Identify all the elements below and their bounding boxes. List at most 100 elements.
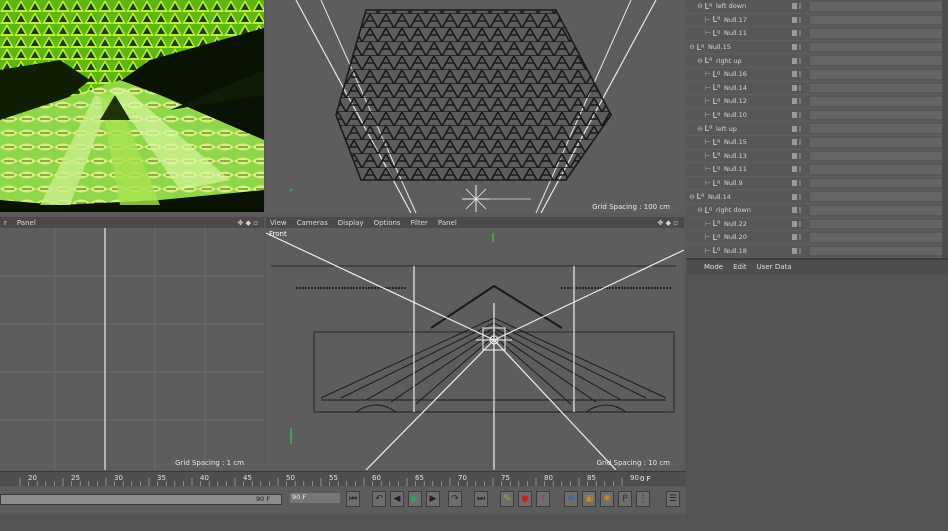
go-to-start-button[interactable]: ⏮ xyxy=(346,491,360,507)
menu-view[interactable]: View xyxy=(270,219,287,227)
viewport-nav-icons[interactable]: ✥ ◆ ▫ xyxy=(238,219,258,227)
visibility-toggle-icon[interactable] xyxy=(792,57,806,64)
collapse-toggle-icon[interactable]: ⊖ xyxy=(696,206,704,214)
attr-menu-edit[interactable]: Edit xyxy=(733,263,747,271)
object-name[interactable]: left up xyxy=(716,125,737,133)
end-frame-field[interactable]: 90 F xyxy=(290,493,340,503)
object-name[interactable]: Null.17 xyxy=(724,16,747,24)
pla-key-icon[interactable]: ⋮ xyxy=(636,491,650,507)
object-row[interactable]: ⊢ L⁰ Null.12 xyxy=(686,95,948,109)
object-name[interactable]: Null.11 xyxy=(724,165,747,173)
record-active-button[interactable]: ● xyxy=(518,491,532,507)
collapse-toggle-icon[interactable]: ⊖ xyxy=(696,2,704,10)
visibility-toggle-icon[interactable] xyxy=(792,234,806,241)
object-row[interactable]: ⊢ L⁰ Null.9 xyxy=(686,177,948,191)
prev-frame-button[interactable]: ◀ xyxy=(390,491,404,507)
object-name[interactable]: Null.15 xyxy=(708,43,731,51)
visibility-toggle-icon[interactable] xyxy=(792,98,806,105)
object-name[interactable]: Null.22 xyxy=(724,220,747,228)
object-row[interactable]: ⊢ L⁰ Null.17 xyxy=(686,14,948,28)
menu-filter[interactable]: Filter xyxy=(411,219,428,227)
menu-display[interactable]: Display xyxy=(338,219,364,227)
top-viewport[interactable]: Grid Spacing : 100 cm xyxy=(266,0,684,213)
object-row[interactable]: ⊢ L⁰ Null.18 xyxy=(686,245,948,258)
visibility-toggle-icon[interactable] xyxy=(792,220,806,227)
timeline-menu-icon[interactable]: ☰ xyxy=(666,491,680,507)
object-name[interactable]: Null.14 xyxy=(708,193,731,201)
key-selected-icon[interactable]: ✎ xyxy=(500,491,514,507)
object-name[interactable]: Null.14 xyxy=(724,84,747,92)
menu-options[interactable]: Options xyxy=(374,219,401,227)
visibility-toggle-icon[interactable] xyxy=(792,193,806,200)
param-key-icon[interactable]: P xyxy=(618,491,632,507)
object-name[interactable]: Null.16 xyxy=(724,70,747,78)
attr-menu-user-data[interactable]: User Data xyxy=(757,263,792,271)
object-name[interactable]: right down xyxy=(716,206,751,214)
menu-view-fragment[interactable]: r xyxy=(4,219,7,227)
visibility-toggle-icon[interactable] xyxy=(792,3,806,10)
timeline-ruler[interactable]: 20 25 30 35 40 45 50 55 60 65 70 75 80 85 90 0 F xyxy=(0,471,686,486)
visibility-toggle-icon[interactable] xyxy=(792,84,806,91)
visibility-toggle-icon[interactable] xyxy=(792,44,806,51)
collapse-toggle-icon[interactable]: ⊖ xyxy=(688,193,696,201)
visibility-toggle-icon[interactable] xyxy=(792,247,806,254)
object-row[interactable]: ⊖ L⁰ Null.14 xyxy=(686,190,948,204)
menu-cameras[interactable]: Cameras xyxy=(297,219,328,227)
object-name[interactable]: right up xyxy=(716,57,742,65)
visibility-toggle-icon[interactable] xyxy=(792,166,806,173)
object-name[interactable]: Null.15 xyxy=(724,138,747,146)
object-row[interactable]: ⊖ L⁰ right up xyxy=(686,54,948,68)
object-name[interactable]: Null.12 xyxy=(724,97,747,105)
prev-key-button[interactable]: ↶ xyxy=(372,491,386,507)
object-row[interactable]: ⊢ L⁰ Null.14 xyxy=(686,82,948,96)
play-button[interactable]: ▶ xyxy=(408,491,422,507)
object-row[interactable]: ⊢ L⁰ Null.13 xyxy=(686,150,948,164)
object-name[interactable]: Null.9 xyxy=(724,179,743,187)
start-frame-field[interactable]: 90 F xyxy=(256,495,270,503)
collapse-toggle-icon[interactable]: ⊖ xyxy=(688,43,696,51)
left-viewport[interactable]: Grid Spacing : 1 cm xyxy=(0,228,264,470)
visibility-toggle-icon[interactable] xyxy=(792,16,806,23)
scale-key-icon[interactable]: ▣ xyxy=(582,491,596,507)
visibility-toggle-icon[interactable] xyxy=(792,125,806,132)
go-to-end-button[interactable]: ⏭ xyxy=(474,491,488,507)
object-name[interactable]: Null.10 xyxy=(724,111,747,119)
front-viewport[interactable]: Front Grid Spacing : 10 cm xyxy=(266,228,684,470)
perspective-viewport[interactable] xyxy=(0,0,264,212)
object-name[interactable]: Null.20 xyxy=(724,233,747,241)
object-row[interactable]: ⊖ L⁰ Null.15 xyxy=(686,41,948,55)
visibility-toggle-icon[interactable] xyxy=(792,71,806,78)
object-row[interactable]: ⊢ L⁰ Null.22 xyxy=(686,218,948,232)
visibility-toggle-icon[interactable] xyxy=(792,180,806,187)
next-frame-button[interactable]: ▶ xyxy=(426,491,440,507)
object-name[interactable]: left down xyxy=(716,2,746,10)
object-row[interactable]: ⊢ L⁰ Null.10 xyxy=(686,109,948,123)
object-name[interactable]: Null.13 xyxy=(724,152,747,160)
object-row[interactable]: ⊢ L⁰ Null.11 xyxy=(686,27,948,41)
attr-menu-mode[interactable]: Mode xyxy=(704,263,723,271)
object-row[interactable]: ⊖ L⁰ left down xyxy=(686,0,948,14)
visibility-toggle-icon[interactable] xyxy=(792,152,806,159)
visibility-toggle-icon[interactable] xyxy=(792,139,806,146)
menu-panel[interactable]: Panel xyxy=(17,219,36,227)
move-key-icon[interactable]: ✥ xyxy=(564,491,578,507)
visibility-toggle-icon[interactable] xyxy=(792,112,806,119)
autokey-button[interactable]: ? xyxy=(536,491,550,507)
next-key-button[interactable]: ↷ xyxy=(448,491,462,507)
object-row[interactable]: ⊖ L⁰ left up xyxy=(686,122,948,136)
object-row[interactable]: ⊖ L⁰ right down xyxy=(686,204,948,218)
menu-panel-front[interactable]: Panel xyxy=(438,219,457,227)
visibility-toggle-icon[interactable] xyxy=(792,207,806,214)
collapse-toggle-icon[interactable]: ⊖ xyxy=(696,125,704,133)
rotate-key-icon[interactable]: ✺ xyxy=(600,491,614,507)
object-row[interactable]: ⊢ L⁰ Null.15 xyxy=(686,136,948,150)
object-name[interactable]: Null.18 xyxy=(724,247,747,255)
frame-slider[interactable] xyxy=(0,494,282,505)
object-row[interactable]: ⊢ L⁰ Null.16 xyxy=(686,68,948,82)
object-manager-scrollbar[interactable] xyxy=(942,0,948,258)
object-row[interactable]: ⊢ L⁰ Null.11 xyxy=(686,163,948,177)
object-row[interactable]: ⊢ L⁰ Null.20 xyxy=(686,231,948,245)
front-nav-icons[interactable]: ✥ ◆ ▫ xyxy=(658,219,678,227)
object-name[interactable]: Null.11 xyxy=(724,29,747,37)
visibility-toggle-icon[interactable] xyxy=(792,30,806,37)
